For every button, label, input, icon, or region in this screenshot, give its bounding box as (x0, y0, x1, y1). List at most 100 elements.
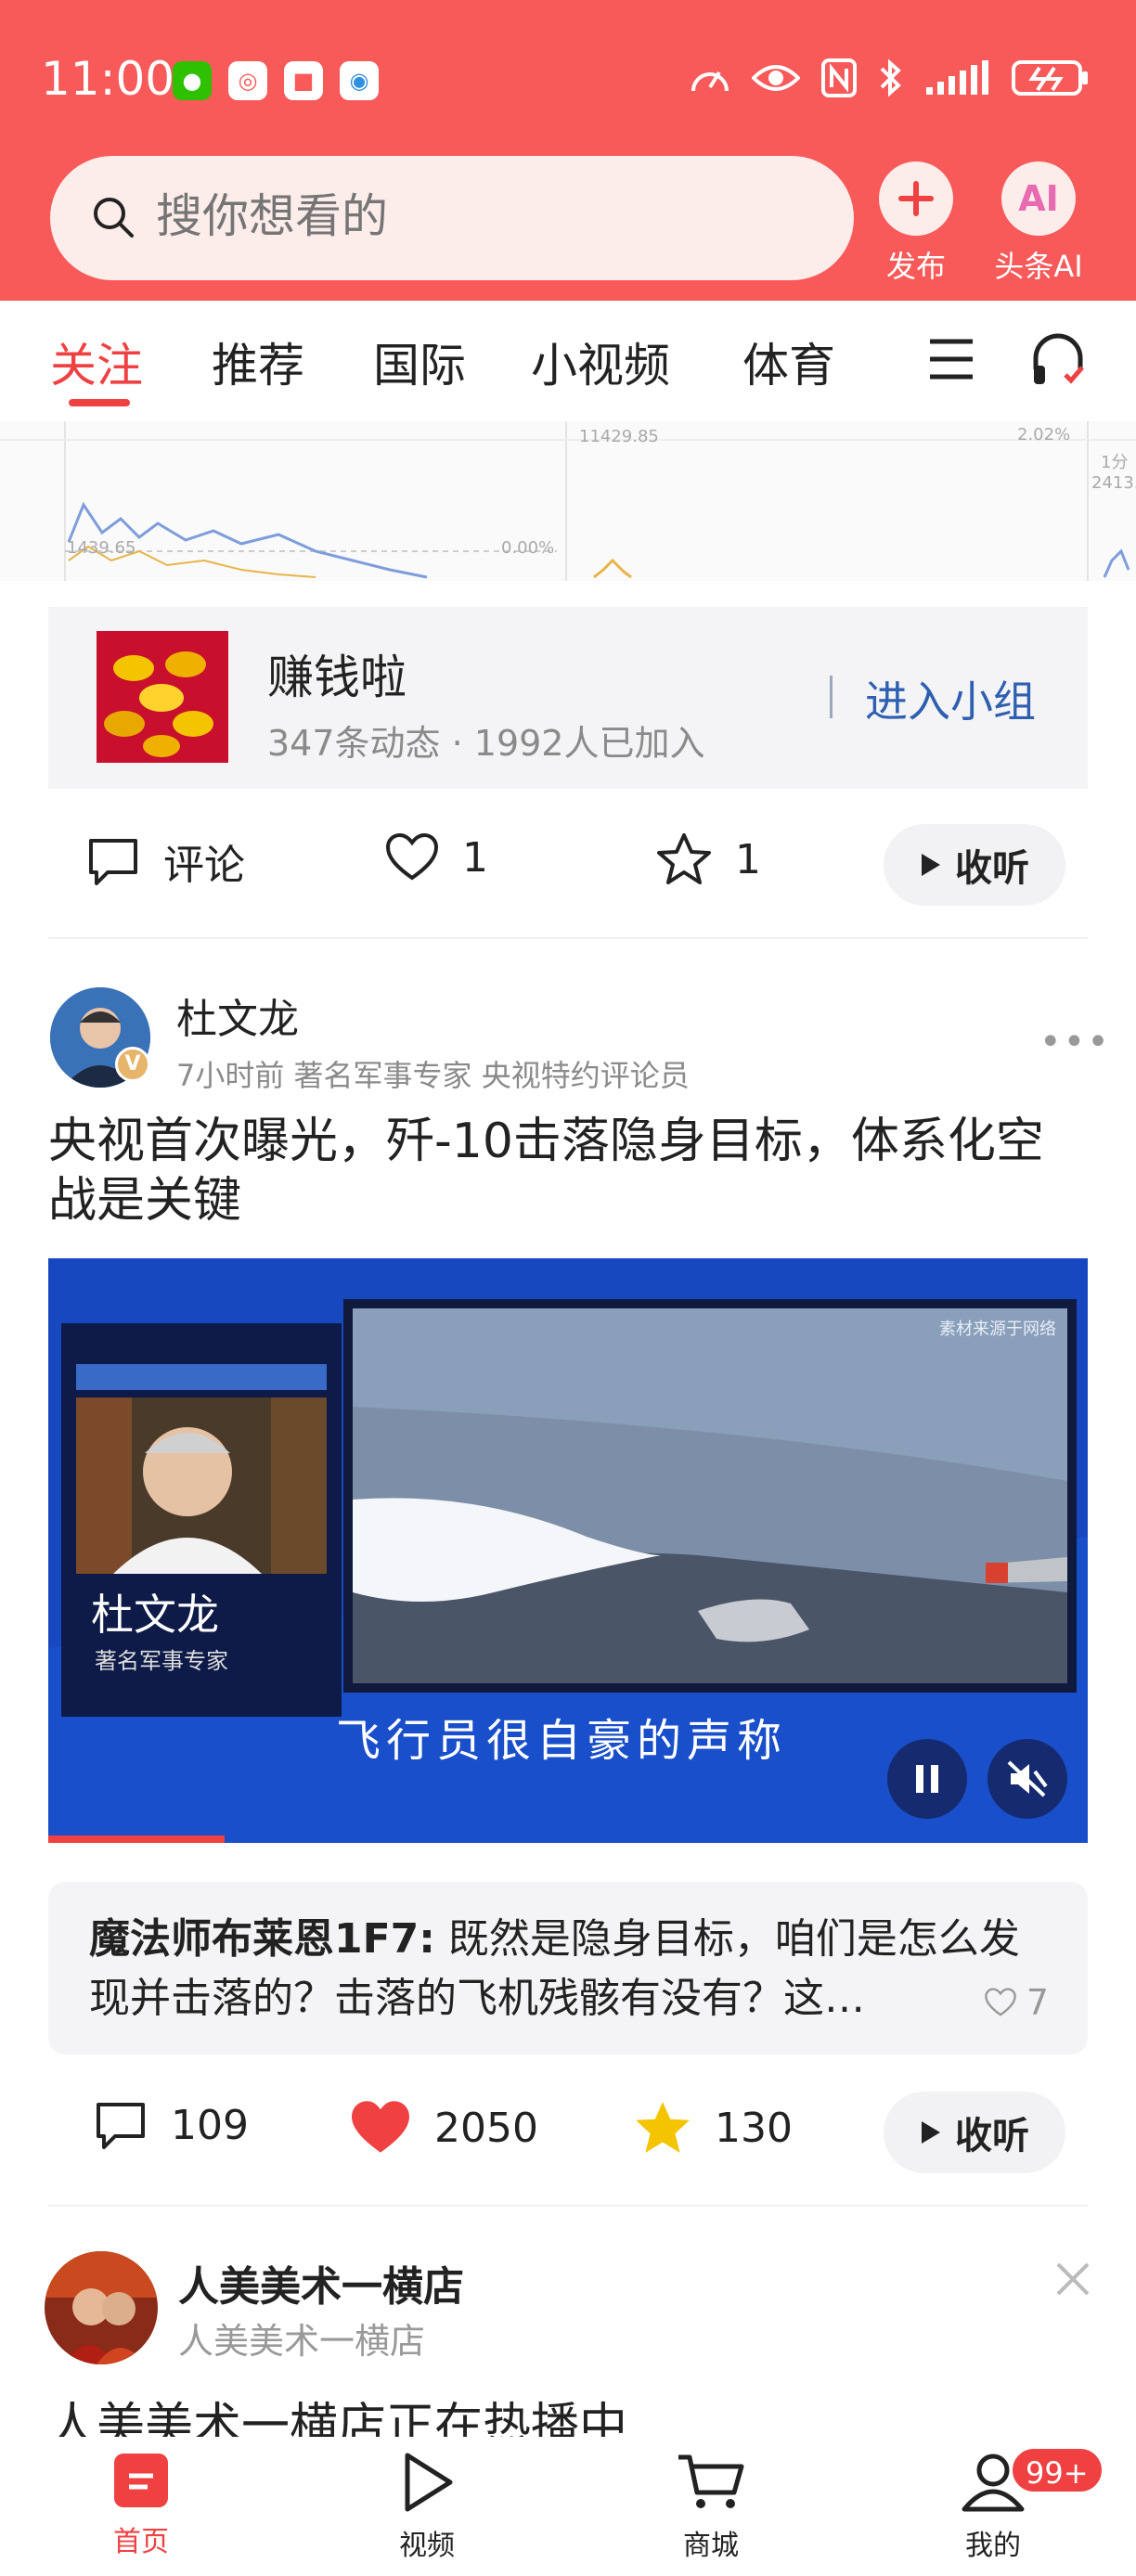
verified-badge-icon: V (115, 1047, 150, 1082)
publish-label: 发布 (885, 249, 946, 284)
favorite-button[interactable]: 130 (633, 2099, 793, 2157)
join-group-link[interactable]: 进入小组 (865, 668, 1036, 729)
tab-sports[interactable]: 体育 (742, 328, 835, 395)
group-card[interactable]: 赚钱啦 347条动态 · 1992人已加入 进入小组 (48, 607, 1088, 789)
search-icon (94, 198, 134, 238)
heart-filled-icon (352, 2101, 409, 2153)
stock-chart-graphic (0, 421, 1136, 581)
live-name[interactable]: 人美美术一横店 (178, 2253, 464, 2312)
cart-icon (678, 2454, 744, 2508)
status-bar: 11:00 ● ◎ ■ ◉ (0, 46, 1136, 121)
nav-video-label: 视频 (399, 2530, 455, 2562)
video-speaker-name: 杜文龙 (91, 1590, 219, 1640)
app-notification-icon-2: ■ (284, 61, 323, 100)
star-outline-icon (657, 833, 711, 884)
nav-mall[interactable]: 商城 (646, 2452, 776, 2563)
search-input[interactable] (156, 189, 713, 243)
chart-label: 2.02% (1017, 425, 1071, 444)
headphones-icon[interactable] (1028, 330, 1088, 390)
comment-text: 魔法师布莱恩1F7: 既然是隐身目标，咱们是怎么发现并击落的？击落的飞机残骸有没… (89, 1910, 1054, 2029)
nav-home[interactable]: 首页 (76, 2452, 206, 2559)
status-notification-icons: ● ◎ ■ ◉ (173, 61, 379, 100)
chart-label: 1分 (1101, 453, 1129, 472)
pause-icon (916, 1765, 938, 1793)
video-source-note: 素材来源于网络 (939, 1320, 1056, 1339)
mute-button[interactable] (988, 1739, 1067, 1819)
top-comment[interactable]: 魔法师布莱恩1F7: 既然是隐身目标，咱们是怎么发现并击落的？击落的飞机残骸有没… (48, 1882, 1088, 2054)
listen-label: 收听 (955, 847, 1029, 890)
app-notification-icon: ◎ (228, 61, 267, 100)
divider (48, 937, 1088, 939)
heart-outline-icon (385, 832, 439, 881)
like-button[interactable]: 1 (384, 831, 488, 883)
comment-icon (89, 839, 137, 885)
star-filled-icon (636, 2102, 690, 2153)
author-name[interactable]: 杜文龙 (176, 985, 299, 1045)
divider (830, 676, 833, 718)
toutiao-ai-button[interactable]: AI 头条AI (978, 161, 1099, 286)
tab-following[interactable]: 关注 (50, 328, 143, 395)
nav-mall-label: 商城 (683, 2530, 739, 2562)
post-title[interactable]: 央视首次曝光，歼-10击落隐身目标，体系化空战是关键 (48, 1112, 1091, 1230)
plus-icon (879, 161, 953, 236)
comment-like-count: 7 (1026, 1982, 1049, 2023)
pause-button[interactable] (887, 1739, 967, 1819)
battery-icon (1012, 60, 1088, 96)
app-header: 11:00 ● ◎ ■ ◉ 发布 AI 头条AI (0, 0, 1136, 301)
channel-menu-icon[interactable] (928, 338, 975, 380)
comment-icon (97, 2103, 145, 2149)
group-name: 赚钱啦 (267, 650, 407, 704)
comment-like-button[interactable]: 7 (984, 1982, 1049, 2023)
video-progress-bar[interactable] (48, 1835, 225, 1843)
comment-button[interactable]: 评论 (85, 831, 245, 891)
favorite-button[interactable]: 1 (655, 831, 761, 887)
stock-chart-preview[interactable]: 11429.85 2.02% 0.00% 1439.65 2413.0 1分 (0, 421, 1136, 581)
video-player[interactable]: 素材来源于网络 杜文龙 著名军事专家 飞行员很自豪的声称 (48, 1258, 1088, 1843)
status-time: 11:00 (41, 52, 175, 106)
chart-label: 1439.65 (67, 538, 136, 558)
speed-icon (691, 71, 729, 92)
group-thumbnail (97, 631, 228, 763)
comment-user[interactable]: 魔法师布莱恩1F7: (89, 1915, 435, 1963)
post-action-bar: 109 2050 130 收听 (0, 2075, 1136, 2186)
post-action-bar: 评论 1 1 收听 (0, 807, 1136, 919)
publish-button[interactable]: 发布 (856, 161, 976, 286)
notification-badge: 99+ (1010, 2446, 1104, 2494)
search-bar[interactable] (50, 156, 854, 280)
like-count: 2050 (434, 2104, 538, 2152)
channel-tabs: 关注 推荐 国际 小视频 体育 (0, 301, 1136, 421)
play-outline-icon (405, 2453, 453, 2512)
like-button[interactable]: 2050 (349, 2099, 538, 2157)
comment-button[interactable]: 109 (93, 2099, 249, 2151)
chart-label: 11429.85 (579, 427, 659, 446)
live-avatar[interactable] (45, 2251, 158, 2364)
bluetooth-icon (880, 58, 901, 97)
tab-short-video[interactable]: 小视频 (531, 328, 670, 395)
chart-label: 0.00% (501, 538, 555, 558)
nav-video[interactable]: 视频 (362, 2452, 492, 2563)
play-icon (922, 854, 940, 876)
tab-international[interactable]: 国际 (373, 328, 466, 395)
favorite-count: 130 (715, 2104, 793, 2152)
heart-outline-icon (985, 1988, 1016, 2016)
chart-label: 2413.0 (1091, 473, 1136, 493)
video-caption: 飞行员很自豪的声称 (336, 1715, 788, 1767)
comment-count: 109 (171, 2101, 249, 2149)
tab-recommended[interactable]: 推荐 (212, 328, 304, 395)
nfc-icon (821, 58, 857, 97)
more-options-icon[interactable]: ••• (1039, 1021, 1111, 1063)
wechat-icon: ● (173, 61, 212, 100)
group-meta: 347条动态 · 1992人已加入 (267, 723, 705, 764)
comment-label: 评论 (163, 842, 245, 889)
close-icon[interactable] (1054, 2260, 1091, 2298)
listen-button[interactable]: 收听 (884, 2092, 1065, 2173)
listen-button[interactable]: 收听 (884, 824, 1065, 906)
signal-icon (926, 60, 988, 95)
live-subtitle: 人美美术一横店 (178, 2321, 426, 2362)
ai-label: 头条AI (994, 249, 1083, 284)
like-count: 1 (462, 833, 488, 882)
ai-icon-text: AI (1018, 178, 1059, 219)
bottom-navigation: 首页 视频 商城 我的 (0, 2437, 1136, 2576)
video-speaker-title: 著名军事专家 (95, 1648, 228, 1674)
divider (48, 2205, 1088, 2207)
